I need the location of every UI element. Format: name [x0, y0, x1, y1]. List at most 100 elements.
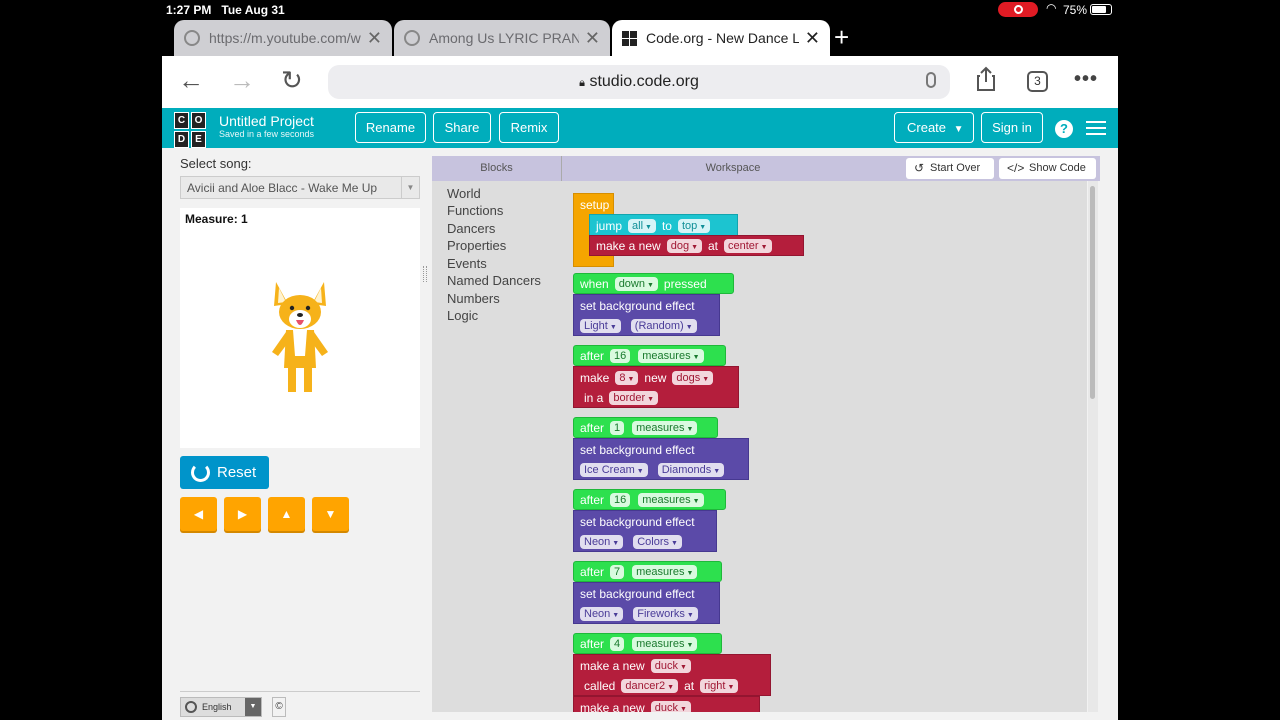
tab-bar: https://m.youtube.com/w ✕ Among Us LYRIC…	[162, 18, 1118, 56]
number-chip[interactable]: 1	[610, 421, 625, 435]
tab-count-button[interactable]: 3	[1027, 71, 1048, 92]
dropdown-chip[interactable]: 8 ▼	[615, 371, 639, 385]
dropdown-chip[interactable]: Neon ▼	[580, 607, 624, 621]
right-arrow-button[interactable]: ▶	[224, 497, 261, 531]
dropdown-chip[interactable]: border ▼	[609, 391, 659, 405]
logo-letter: D	[174, 131, 189, 148]
dropdown-chip[interactable]: dancer2 ▼	[621, 679, 679, 693]
tab-among-us[interactable]: Among Us LYRIC PRANK ✕	[394, 20, 610, 56]
rename-button[interactable]: Rename	[355, 112, 426, 143]
code-org-logo[interactable]: C O D E	[174, 112, 206, 148]
mic-icon[interactable]	[926, 72, 936, 88]
category-logic[interactable]: Logic	[447, 308, 478, 323]
help-icon[interactable]: ?	[1055, 120, 1073, 138]
dropdown-chip[interactable]: measures ▼	[638, 493, 704, 507]
url-text: 🔒︎ studio.code.org	[579, 73, 699, 90]
back-arrow-icon[interactable]: ←	[178, 66, 204, 94]
dropdown-chip[interactable]: duck ▼	[650, 701, 691, 712]
workspace-scrollbar[interactable]	[1088, 181, 1098, 712]
show-code-button[interactable]: </> Show Code	[999, 158, 1096, 179]
dropdown-chip[interactable]: all ▼	[628, 219, 656, 233]
share-icon[interactable]	[976, 66, 996, 92]
dropdown-chip[interactable]: down ▼	[614, 277, 658, 291]
after-measures-block[interactable]: after 7 measures ▼	[573, 561, 722, 582]
category-named-dancers[interactable]: Named Dancers	[447, 273, 541, 288]
make-dancer-block[interactable]: make a new dog ▼ at center ▼	[589, 235, 804, 256]
code-icon: </>	[1007, 161, 1025, 175]
dropdown-chip[interactable]: Fireworks ▼	[633, 607, 698, 621]
more-icon[interactable]: •••	[1074, 68, 1098, 91]
set-background-block[interactable]: set background effect Ice Cream ▼ Diamond…	[573, 438, 749, 480]
blocks-header: Blocks	[432, 156, 562, 181]
address-bar[interactable]: 🔒︎ studio.code.org	[328, 65, 950, 99]
set-background-block[interactable]: set background effect Neon ▼ Colors ▼	[573, 510, 717, 552]
down-arrow-button[interactable]: ▼	[312, 497, 349, 531]
dropdown-chip[interactable]: Light ▼	[580, 319, 621, 333]
reset-label: Reset	[217, 464, 257, 481]
after-measures-block[interactable]: after 16 measures ▼	[573, 345, 726, 366]
set-background-block[interactable]: set background effect Light ▼ (Random) ▼	[573, 294, 720, 336]
dropdown-chip[interactable]: (Random) ▼	[630, 319, 697, 333]
category-functions[interactable]: Functions	[447, 203, 503, 218]
up-arrow-button[interactable]: ▲	[268, 497, 305, 531]
tab-code-org[interactable]: Code.org - New Dance L ✕	[612, 20, 830, 56]
category-properties[interactable]: Properties	[447, 238, 506, 253]
dropdown-chip[interactable]: Ice Cream ▼	[580, 463, 648, 477]
remix-button[interactable]: Remix	[499, 112, 559, 143]
number-chip[interactable]: 4	[610, 637, 625, 651]
reload-icon[interactable]: ↻	[281, 66, 303, 94]
sign-in-button[interactable]: Sign in	[981, 112, 1043, 143]
category-numbers[interactable]: Numbers	[447, 291, 500, 306]
block-text: make a new	[580, 659, 645, 673]
dropdown-chip[interactable]: top ▼	[677, 219, 711, 233]
make-named-dancer-block[interactable]: make a new duck ▼ called dancer2 ▼ at righ…	[573, 654, 771, 696]
when-key-pressed-block[interactable]: when down ▼ pressed	[573, 273, 734, 294]
forward-arrow-icon[interactable]: →	[229, 66, 255, 94]
panel-resize-handle[interactable]	[423, 266, 427, 282]
number-chip[interactable]: 16	[610, 349, 631, 363]
left-arrow-button[interactable]: ◀	[180, 497, 217, 531]
workspace-canvas[interactable]: setup jump all ▼ to top ▼ make a new dog ▼ …	[562, 181, 1087, 712]
set-background-block[interactable]: set background effect Neon ▼ Fireworks ▼	[573, 582, 720, 624]
number-chip[interactable]: 16	[610, 493, 631, 507]
close-icon[interactable]: ✕	[585, 28, 600, 49]
start-over-button[interactable]: ↺ Start Over	[906, 158, 994, 179]
dropdown-chip[interactable]: measures ▼	[632, 637, 698, 651]
dropdown-chip[interactable]: measures ▼	[632, 421, 698, 435]
tab-youtube[interactable]: https://m.youtube.com/w ✕	[174, 20, 392, 56]
reset-button[interactable]: Reset	[180, 456, 269, 489]
dropdown-chip[interactable]: dogs ▼	[672, 371, 714, 385]
share-button[interactable]: Share	[433, 112, 491, 143]
dropdown-chip[interactable]: Neon ▼	[580, 535, 624, 549]
copyright-button[interactable]: ©	[272, 697, 286, 717]
after-measures-block[interactable]: after 16 measures ▼	[573, 489, 726, 510]
number-chip[interactable]: 7	[610, 565, 625, 579]
category-events[interactable]: Events	[447, 256, 487, 271]
dropdown-chip[interactable]: duck ▼	[650, 659, 691, 673]
dropdown-chip[interactable]: measures ▼	[632, 565, 698, 579]
make-dancer-block[interactable]: make a new duck ▼	[573, 696, 760, 712]
dropdown-chip[interactable]: Diamonds ▼	[657, 463, 725, 477]
logo-letter: C	[174, 112, 189, 129]
make-dancers-block[interactable]: make 8 ▼ new dogs ▼ in a border ▼	[573, 366, 739, 408]
plus-icon[interactable]: +	[834, 24, 849, 50]
after-measures-block[interactable]: after 4 measures ▼	[573, 633, 722, 654]
close-icon[interactable]: ✕	[367, 28, 382, 49]
create-button[interactable]: Create ▼	[894, 112, 974, 143]
dropdown-chip[interactable]: center ▼	[724, 239, 772, 253]
song-dropdown[interactable]: Avicii and Aloe Blacc - Wake Me Up ▼	[180, 176, 420, 199]
menu-icon[interactable]	[1086, 121, 1106, 135]
category-world[interactable]: World	[447, 186, 481, 201]
jump-block[interactable]: jump all ▼ to top ▼	[589, 214, 738, 236]
after-measures-block[interactable]: after 1 measures ▼	[573, 417, 718, 438]
dropdown-chip[interactable]: right ▼	[700, 679, 739, 693]
language-select[interactable]: English ▼	[180, 697, 262, 717]
category-dancers[interactable]: Dancers	[447, 221, 495, 236]
scrollbar-thumb[interactable]	[1090, 186, 1095, 399]
close-icon[interactable]: ✕	[805, 28, 820, 49]
dropdown-chip[interactable]: measures ▼	[638, 349, 704, 363]
chip-text: duck	[654, 660, 678, 672]
dropdown-chip[interactable]: Colors ▼	[633, 535, 682, 549]
block-text: after	[580, 349, 605, 363]
dropdown-chip[interactable]: dog ▼	[666, 239, 702, 253]
